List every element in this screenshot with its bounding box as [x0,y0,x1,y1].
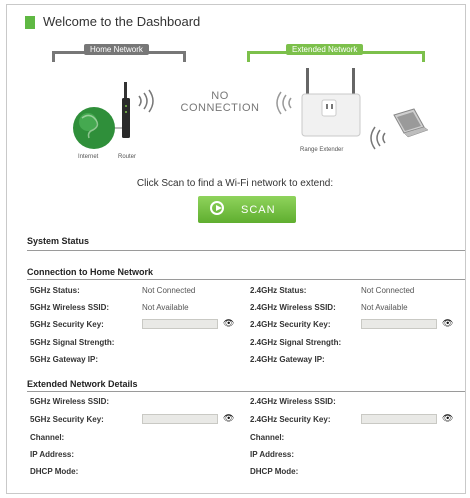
scan-button[interactable]: SCAN [198,196,296,223]
laptop-wifi-icon [370,126,386,150]
connection-title: Connection to Home Network [27,267,154,277]
router-label: Router [118,154,137,160]
conn-5g-key-field[interactable] [142,319,218,329]
router-wifi-icon [138,89,154,113]
conn-5g-key-label: 5GHz Security Key: [30,320,104,329]
connection-divider [27,279,465,280]
ext-24g-ssid-label: 2.4GHz Wireless SSID: [250,397,336,406]
conn-24g-ssid-label: 2.4GHz Wireless SSID: [250,303,336,312]
play-icon [210,201,224,215]
ext-5g-key-field[interactable] [142,414,218,424]
laptop-icon [393,108,429,138]
conn-24g-status-value: Not Connected [361,286,415,295]
ext-5g-dhcp-label: DHCP Mode: [30,467,79,476]
conn-5g-ssid-value: Not Available [142,303,189,312]
extended-network-tag: Extended Network [286,44,364,55]
eye-icon[interactable]: 👁 [442,318,453,329]
conn-5g-signal-label: 5GHz Signal Strength: [30,338,115,347]
scan-instruction: Click Scan to find a Wi-Fi network to ex… [136,178,334,189]
no-connection-line2: CONNECTION [180,102,260,114]
eye-icon[interactable]: 👁 [223,318,234,329]
internet-label: Internet [78,154,99,160]
conn-24g-signal-label: 2.4GHz Signal Strength: [250,338,342,347]
router-icon [122,82,130,138]
extended-divider [27,391,465,392]
extender-wifi-icon [276,91,292,115]
ext-24g-dhcp-label: DHCP Mode: [250,467,299,476]
welcome-marker [25,16,35,29]
ext-24g-channel-label: Channel: [250,433,285,442]
no-connection-line1: NO [211,90,229,102]
range-extender-label: Range Extender [300,147,344,153]
eye-icon[interactable]: 👁 [223,413,234,424]
conn-5g-status-value: Not Connected [142,286,196,295]
conn-24g-key-field[interactable] [361,319,437,329]
range-extender-icon [301,68,361,137]
ext-24g-key-field[interactable] [361,414,437,424]
conn-24g-gateway-label: 2.4GHz Gateway IP: [250,355,325,364]
internet-globe-icon [73,107,115,149]
ext-24g-key-label: 2.4GHz Security Key: [250,415,331,424]
ext-24g-ip-label: IP Address: [250,450,295,459]
extended-title: Extended Network Details [27,379,138,389]
system-status-title: System Status [27,236,90,246]
conn-5g-gateway-label: 5GHz Gateway IP: [30,355,99,364]
home-network-tag: Home Network [84,44,149,55]
ext-5g-key-label: 5GHz Security Key: [30,415,104,424]
page-title: Welcome to the Dashboard [43,14,201,29]
eye-icon[interactable]: 👁 [442,413,453,424]
no-connection-label: NO CONNECTION [178,90,262,114]
conn-24g-key-label: 2.4GHz Security Key: [250,320,331,329]
conn-24g-ssid-value: Not Available [361,303,408,312]
conn-24g-status-label: 2.4GHz Status: [250,286,307,295]
ext-5g-ssid-label: 5GHz Wireless SSID: [30,397,110,406]
ext-5g-channel-label: Channel: [30,433,65,442]
conn-5g-status-label: 5GHz Status: [30,286,80,295]
conn-5g-ssid-label: 5GHz Wireless SSID: [30,303,110,312]
ext-5g-ip-label: IP Address: [30,450,75,459]
scan-button-label: SCAN [241,204,276,216]
system-status-divider [27,250,465,251]
